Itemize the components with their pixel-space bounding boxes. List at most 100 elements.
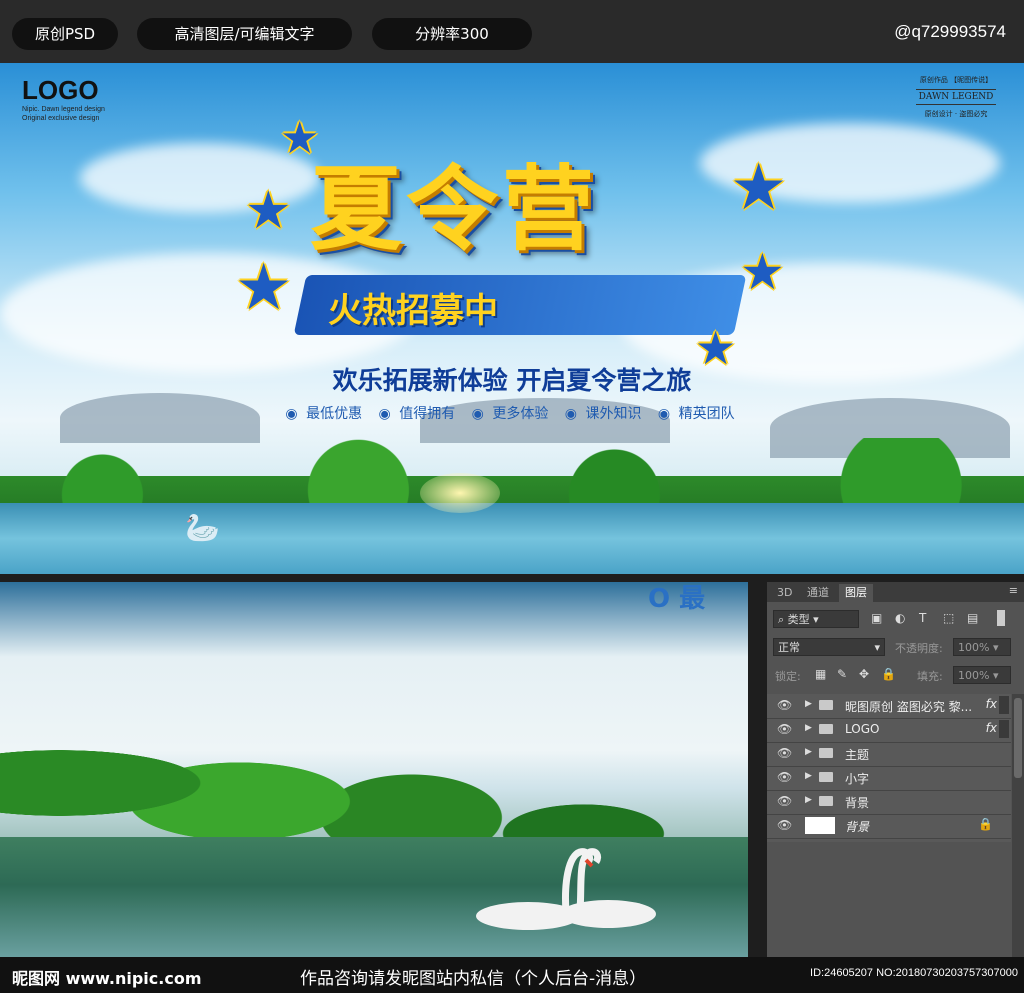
feature-item: ◉ 课外知识 xyxy=(564,406,642,422)
poster-slogan: 欢乐拓展新体验 开启夏令营之旅 xyxy=(332,366,692,395)
footer-notice: 作品咨询请发昵图站内私信（个人后台-消息） xyxy=(300,969,647,989)
swan-pair-icon xyxy=(476,848,656,930)
tab-3d[interactable]: 3D xyxy=(771,584,798,602)
panel-menu-icon[interactable]: ≡ xyxy=(1009,584,1018,597)
logo: LOGO xyxy=(22,75,99,105)
work-id: ID:24605207 NO:20180730203757307000 xyxy=(810,967,1018,979)
lock-all-icon[interactable]: 🔒 xyxy=(881,667,896,681)
visibility-eye-icon[interactable]: 👁 xyxy=(777,794,792,808)
forest xyxy=(0,622,748,852)
lock-label: 锁定: xyxy=(775,670,801,683)
panel-tabs: 3D 通道 图层 ≡ xyxy=(767,582,1024,602)
layer-name: 小字 xyxy=(845,772,870,786)
layer-list: 👁 ▶ 昵图原创 盗图必究 黎... fx 👁 ▶ LOGO fx 👁 ▶ 主题… xyxy=(767,694,1011,842)
logo-sub-line-2: Original exclusive design xyxy=(22,115,100,122)
folder-icon xyxy=(819,772,833,782)
layer-name: 背景 xyxy=(845,796,870,810)
opacity-input[interactable]: 100% ▾ xyxy=(953,638,1011,656)
blend-mode-select[interactable]: 正常 ▾ xyxy=(773,638,885,656)
star-icon: ★ xyxy=(235,251,293,325)
star-icon: ★ xyxy=(245,181,292,241)
visibility-eye-icon[interactable]: 👁 xyxy=(777,722,792,736)
dawn-bottom: 原创设计 · 盗图必究 xyxy=(924,110,988,118)
visibility-eye-icon[interactable]: 👁 xyxy=(777,818,792,832)
visibility-eye-icon[interactable]: 👁 xyxy=(777,746,792,760)
adjustment-filter-icon[interactable]: ◐ xyxy=(895,611,905,625)
tab-channels[interactable]: 通道 xyxy=(801,584,835,602)
logo-subtitle: Nipic. Dawn legend design Original exclu… xyxy=(22,105,105,123)
lock-icon: 🔒 xyxy=(978,817,993,831)
poster-subtitle: 火热招募中 xyxy=(328,291,498,331)
expand-arrow-icon[interactable]: ▶ xyxy=(805,771,812,781)
fx-badge[interactable]: fx xyxy=(986,697,997,711)
tab-layers[interactable]: 图层 xyxy=(839,584,873,602)
expand-arrow-icon[interactable]: ▶ xyxy=(805,723,812,733)
photo-watermark: O 最 xyxy=(648,584,706,614)
logo-sub-line-1: Nipic. Dawn legend design xyxy=(22,106,105,113)
layer-name: 昵图原创 盗图必究 黎... xyxy=(845,700,973,714)
shape-filter-icon[interactable]: ⬚ xyxy=(943,611,954,625)
expand-arrow-icon[interactable]: ▶ xyxy=(805,747,812,757)
site-mark: 昵图网 www.nipic.com xyxy=(12,969,202,988)
feature-item: ◉ 精英团队 xyxy=(657,406,735,422)
fx-badge[interactable]: fx xyxy=(986,721,997,735)
layers-panel: 3D 通道 图层 ≡ ⌕ 类型 ▾ ▣ ◐ T ⬚ ▤ 正常 ▾ 不透明度: 10… xyxy=(767,582,1024,957)
layer-item[interactable]: 👁 背景 🔒 xyxy=(767,814,1011,839)
image-filter-icon[interactable]: ▣ xyxy=(871,611,882,625)
expand-arrow-icon[interactable]: ▶ xyxy=(805,699,812,709)
type-filter-icon[interactable]: T xyxy=(919,611,926,625)
feature-list: ◉ 最低优惠 ◉ 值得拥有 ◉ 更多体验 ◉ 课外知识 ◉ 精英团队 xyxy=(0,403,1024,423)
filter-row: ⌕ 类型 ▾ ▣ ◐ T ⬚ ▤ xyxy=(767,608,1024,630)
fx-dropdown[interactable] xyxy=(999,720,1009,738)
layer-item[interactable]: 👁 ▶ 小字 xyxy=(767,766,1011,791)
folder-icon xyxy=(819,724,833,734)
folder-icon xyxy=(819,748,833,758)
dawn-legend-stamp: 原创作品 【昵图传说】 DAWN LEGEND 原创设计 · 盗图必究 xyxy=(908,75,1004,127)
lake xyxy=(0,503,1024,574)
fill-label: 填充: xyxy=(917,670,943,683)
feature-item: ◉ 更多体验 xyxy=(471,406,549,422)
fill-input[interactable]: 100% ▾ xyxy=(953,666,1011,684)
layer-name: LOGO xyxy=(845,722,880,736)
feature-item: ◉ 最低优惠 xyxy=(285,406,363,422)
dawn-top: 原创作品 【昵图传说】 xyxy=(919,76,993,84)
top-bar: 原创PSD 高清图层/可编辑文字 分辨率300 @q729993574 xyxy=(0,0,1024,63)
star-icon: ★ xyxy=(740,243,785,301)
pill-layers-editable: 高清图层/可编辑文字 xyxy=(137,18,352,50)
layer-item[interactable]: 👁 ▶ LOGO fx xyxy=(767,718,1011,743)
layers-scrollbar[interactable] xyxy=(1012,694,1024,957)
layer-item[interactable]: 👁 ▶ 昵图原创 盗图必究 黎... fx xyxy=(767,694,1011,719)
star-icon: ★ xyxy=(730,151,788,225)
lock-pixels-icon[interactable]: ✎ xyxy=(837,667,847,681)
scrollbar-thumb[interactable] xyxy=(1014,698,1022,778)
pill-original-psd: 原创PSD xyxy=(12,18,118,50)
layer-thumbnail xyxy=(805,817,835,834)
smart-object-filter-icon[interactable]: ▤ xyxy=(967,611,978,625)
layer-item[interactable]: 👁 ▶ 背景 xyxy=(767,790,1011,815)
layer-name: 背景 xyxy=(845,820,870,834)
fx-dropdown[interactable] xyxy=(999,696,1009,714)
pill-resolution: 分辨率300 xyxy=(372,18,532,50)
qq-contact: @q729993574 xyxy=(894,22,1006,41)
footer-bar: 昵图网 www.nipic.com 作品咨询请发昵图站内私信（个人后台-消息） … xyxy=(0,957,1024,993)
dawn-mid: DAWN LEGEND xyxy=(916,89,996,105)
filter-toggle[interactable] xyxy=(997,610,1005,626)
layer-item[interactable]: 👁 ▶ 主题 xyxy=(767,742,1011,767)
lock-row: 锁定: ▦ ✎ ✥ 🔒 填充: 100% ▾ xyxy=(767,664,1024,686)
lock-transparency-icon[interactable]: ▦ xyxy=(815,667,826,681)
source-photo-preview: O 最 xyxy=(0,582,748,957)
swan-icon: 🦢 xyxy=(185,511,220,544)
expand-arrow-icon[interactable]: ▶ xyxy=(805,795,812,805)
visibility-eye-icon[interactable]: 👁 xyxy=(777,698,792,712)
lock-position-icon[interactable]: ✥ xyxy=(859,667,869,681)
folder-icon xyxy=(819,700,833,710)
opacity-label: 不透明度: xyxy=(895,642,943,655)
star-icon: ★ xyxy=(280,113,320,164)
filter-kind-select[interactable]: ⌕ 类型 ▾ xyxy=(773,610,859,628)
layer-name: 主题 xyxy=(845,748,870,762)
visibility-eye-icon[interactable]: 👁 xyxy=(777,770,792,784)
poster-preview: LOGO Nipic. Dawn legend design Original … xyxy=(0,63,1024,574)
folder-icon xyxy=(819,796,833,806)
sun-glare xyxy=(420,473,500,513)
feature-item: ◉ 值得拥有 xyxy=(378,406,456,422)
